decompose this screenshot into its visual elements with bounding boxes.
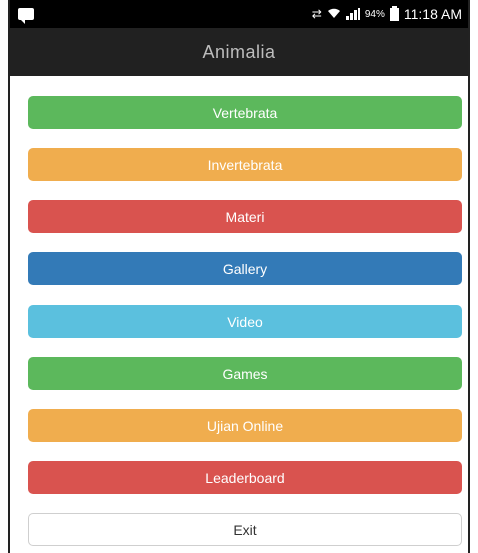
invertebrata-button[interactable]: Invertebrata bbox=[28, 148, 462, 181]
games-label: Games bbox=[222, 365, 268, 382]
materi-label: Materi bbox=[225, 208, 265, 225]
app-title: Animalia bbox=[202, 41, 276, 62]
invertebrata-label: Invertebrata bbox=[207, 156, 283, 173]
leaderboard-label: Leaderboard bbox=[205, 469, 285, 486]
exit-label: Exit bbox=[233, 521, 257, 538]
battery-percent: 94% bbox=[364, 8, 385, 20]
games-button[interactable]: Games bbox=[28, 357, 462, 390]
signal-icon bbox=[345, 8, 360, 20]
wifi-icon bbox=[327, 7, 341, 21]
vertebrata-label: Vertebrata bbox=[212, 104, 278, 121]
video-button[interactable]: Video bbox=[28, 305, 462, 338]
battery-icon bbox=[389, 5, 399, 21]
status-left bbox=[18, 8, 34, 24]
vertebrata-button[interactable]: Vertebrata bbox=[28, 96, 462, 129]
status-bar: ⇄ 94% 11:18 AM bbox=[10, 0, 468, 28]
sync-icon: ⇄ bbox=[311, 7, 322, 21]
status-right: ⇄ 94% 11:18 AM bbox=[311, 5, 462, 22]
gallery-label: Gallery bbox=[222, 260, 268, 277]
gallery-button[interactable]: Gallery bbox=[28, 252, 462, 285]
video-label: Video bbox=[227, 313, 263, 330]
clock: 11:18 AM bbox=[403, 6, 462, 22]
app-bar: Animalia bbox=[10, 28, 468, 76]
phone-screen: ⇄ 94% 11:18 AM Animalia Vertebrata Inver… bbox=[8, 0, 470, 553]
ujian-online-label: Ujian Online bbox=[206, 417, 284, 434]
materi-button[interactable]: Materi bbox=[28, 200, 462, 233]
leaderboard-button[interactable]: Leaderboard bbox=[28, 461, 462, 494]
ujian-online-button[interactable]: Ujian Online bbox=[28, 409, 462, 442]
message-icon bbox=[18, 8, 34, 24]
exit-button[interactable]: Exit bbox=[28, 513, 462, 546]
